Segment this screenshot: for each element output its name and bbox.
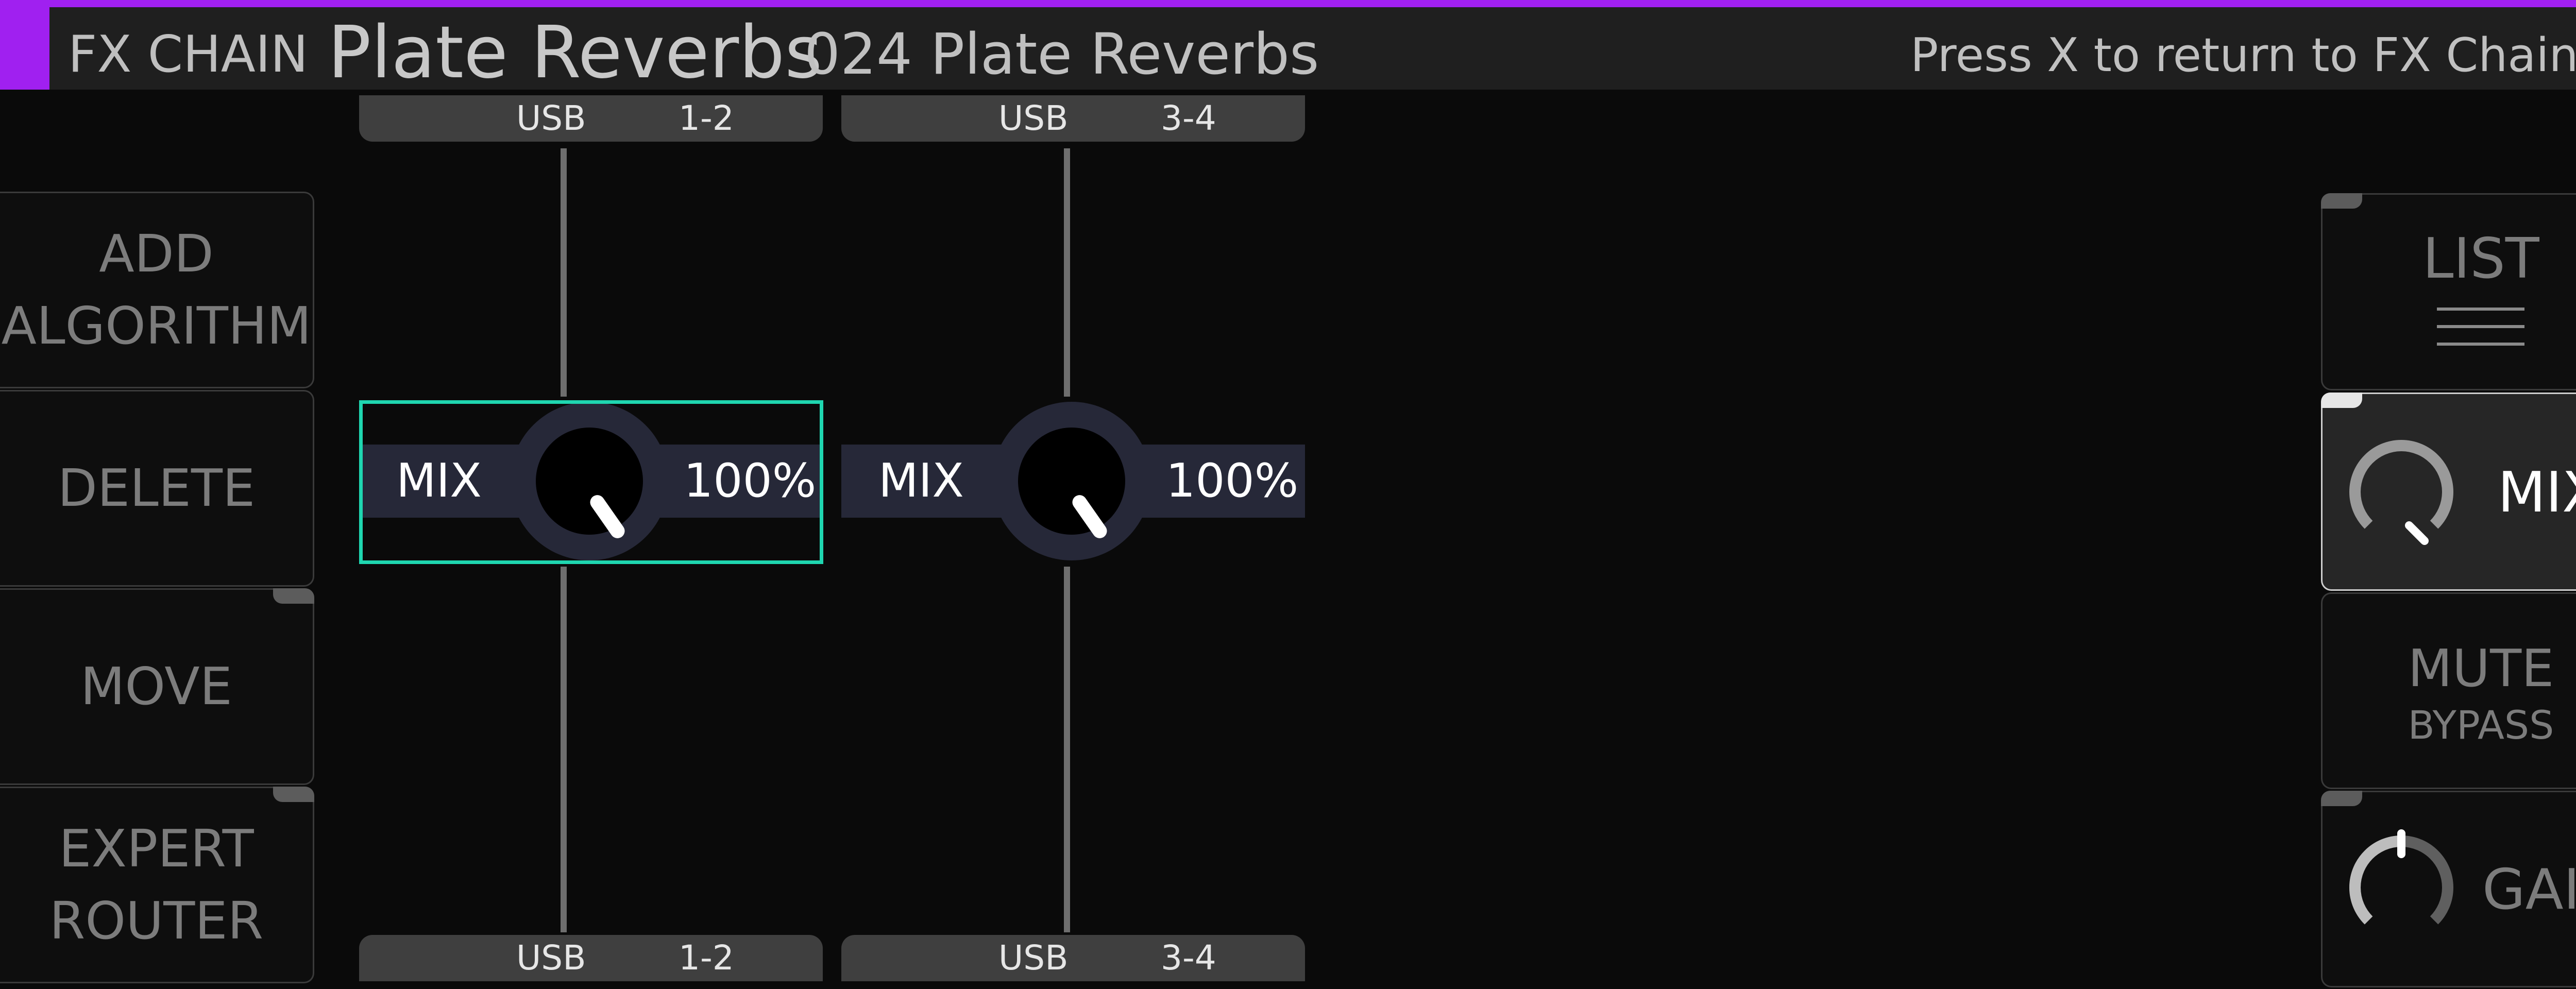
list-tab-marker [2321, 193, 2362, 209]
chain2-output-channels: 3-4 [1161, 938, 1216, 978]
top-accent-bar [0, 0, 2576, 7]
mute-bypass-button[interactable]: MUTE BYPASS [2321, 592, 2576, 789]
add-algorithm-button[interactable]: ADD ALGORITHM [0, 192, 314, 388]
header-accent-block [0, 7, 49, 90]
chain2-knob-face [1018, 428, 1125, 535]
chain2-input-channels: 3-4 [1161, 98, 1216, 138]
gain-knob-icon [2349, 829, 2453, 940]
chain1-output-channels: 1-2 [679, 938, 734, 978]
header-bar: FX CHAIN Plate Reverbs 024 Plate Reverbs… [49, 7, 2576, 95]
delete-button[interactable]: DELETE [0, 390, 314, 587]
chain2-mix-knob-icon[interactable] [992, 402, 1151, 560]
chain2-mix-label: MIX [878, 454, 964, 508]
chain2-output-name: USB [998, 938, 1069, 978]
chain1-input-tab[interactable]: USB 1-2 [359, 95, 823, 142]
gain-tab-marker [2321, 791, 2362, 806]
delete-label: DELETE [57, 458, 256, 518]
gain-button[interactable]: GAIN [2321, 791, 2576, 987]
mute-label: MUTE [2408, 638, 2554, 698]
chain2-input-tab[interactable]: USB 3-4 [841, 95, 1305, 142]
mix-label: MIX [2498, 461, 2576, 525]
return-hint: Press X to return to FX Chains. [1910, 28, 2576, 82]
header-section-label: FX CHAIN [68, 25, 309, 84]
expert-router-label-line2: ROUTER [49, 891, 264, 951]
expert-router-label-line1: EXPERT [59, 819, 254, 879]
chain2-input-name: USB [998, 98, 1069, 138]
mix-button[interactable]: MIX [2321, 393, 2576, 591]
gain-label: GAIN [2482, 858, 2576, 922]
mix-tab-marker [2321, 393, 2362, 408]
add-algorithm-label-line2: ALGORITHM [1, 296, 312, 356]
mix-knob-icon [2349, 440, 2453, 545]
bypass-label: BYPASS [2408, 702, 2554, 748]
chain1-input-name: USB [516, 98, 586, 138]
add-algorithm-label-line1: ADD [99, 224, 214, 284]
chain1-selection-frame [359, 400, 823, 564]
chain1-input-channels: 1-2 [679, 98, 734, 138]
chain2-signal-line-top [1064, 148, 1070, 397]
chain2-output-tab[interactable]: USB 3-4 [841, 935, 1305, 981]
move-label: MOVE [80, 656, 232, 717]
chain1-signal-line-top [561, 148, 567, 397]
list-icon [2437, 308, 2524, 346]
preset-name: 024 Plate Reverbs [804, 21, 1319, 87]
expert-router-button[interactable]: EXPERT ROUTER [0, 787, 314, 983]
list-label: LIST [2422, 227, 2539, 291]
expert-router-tab-marker [273, 787, 314, 802]
page-title: Plate Reverbs [328, 11, 823, 95]
chain2-mix-value: 100% [1166, 454, 1299, 508]
move-tab-marker [273, 588, 314, 604]
chain1-signal-line-bottom [561, 567, 567, 932]
chain2-signal-line-bottom [1064, 567, 1070, 932]
chain1-output-tab[interactable]: USB 1-2 [359, 935, 823, 981]
list-button[interactable]: LIST [2321, 193, 2576, 390]
move-button[interactable]: MOVE [0, 588, 314, 785]
chain1-output-name: USB [516, 938, 586, 978]
